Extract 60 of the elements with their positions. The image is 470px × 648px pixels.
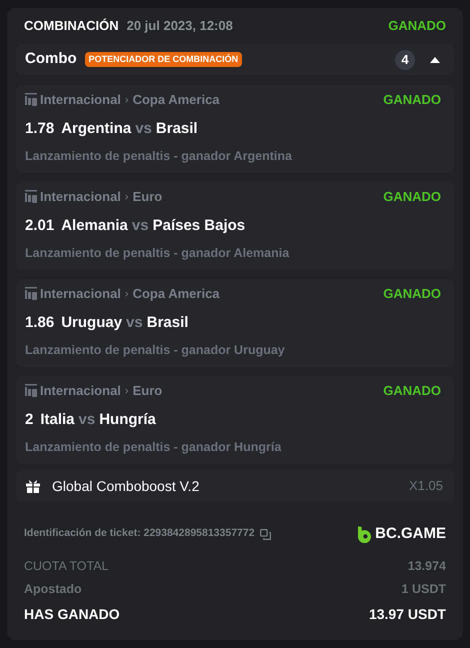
selection-status: GANADO: [383, 91, 441, 110]
league-name: Internacional: [40, 91, 121, 110]
team-name: Italia: [40, 410, 75, 430]
tournament-name: Copa America: [132, 91, 220, 110]
combo-row[interactable]: Combo POTENCIADOR DE COMBINACIÓN 4: [16, 44, 454, 75]
ticket-id: Identificación de ticket: 2293842895813357772: [24, 526, 255, 542]
team-name: Brasil: [146, 312, 188, 333]
copy-icon[interactable]: [260, 528, 271, 540]
league-logo-icon: [25, 287, 37, 301]
bet-type-label: COMBINACIÓN: [24, 17, 119, 36]
breadcrumb-separator: ›: [124, 92, 129, 108]
odds-value: 1.86: [25, 312, 54, 333]
caret-icon[interactable]: [430, 56, 440, 62]
breadcrumb-separator: ›: [124, 384, 129, 399]
bet-status: GANADO: [388, 17, 446, 36]
breadcrumb-separator: ›: [124, 286, 129, 302]
total-value: 1 USDT: [402, 581, 446, 598]
odds-value: 2: [25, 410, 34, 430]
league-logo-icon: [25, 93, 37, 107]
market-description: Lanzamiento de penaltis - ganador Alemania: [25, 245, 290, 262]
total-value: 13.97 USDT: [368, 605, 446, 624]
tournament-name: Euro: [132, 188, 162, 206]
versus-label: vs: [132, 216, 149, 236]
team-name: Hungría: [99, 410, 156, 430]
versus-label: vs: [126, 312, 143, 333]
team-name: Brasil: [156, 118, 198, 139]
league-name: Internacional: [40, 188, 121, 206]
gift-icon: [26, 479, 40, 493]
tournament-name: Euro: [132, 382, 162, 400]
boost-multiplier: X1.05: [409, 477, 443, 496]
versus-label: vs: [135, 118, 152, 139]
market-description: Lanzamiento de penaltis - ganador Uruguay: [25, 342, 286, 359]
bet-date: 20 jul 2023, 12:08: [126, 17, 233, 36]
brand-name: BC.GAME: [375, 524, 446, 544]
team-name: Países Bajos: [152, 216, 246, 236]
brand-logo-icon: [358, 526, 372, 542]
selection-status: GANADO: [383, 188, 441, 206]
selection-status: GANADO: [383, 382, 441, 400]
breadcrumb-separator: ›: [124, 190, 129, 205]
total-value: 13.974: [408, 558, 446, 576]
team-name: Argentina: [61, 118, 132, 139]
tournament-name: Copa America: [132, 285, 220, 304]
league-name: Internacional: [40, 382, 121, 400]
boost-name: Global Comboboost V.2: [52, 476, 200, 496]
total-label: CUOTA TOTAL: [24, 558, 109, 576]
total-label: Apostado: [24, 581, 82, 598]
league-name: Internacional: [40, 285, 121, 304]
odds-value: 1.78: [25, 118, 54, 139]
league-logo-icon: [25, 384, 37, 398]
team-name: Uruguay: [61, 312, 122, 333]
versus-label: vs: [78, 410, 96, 430]
boost-tag: POTENCIADOR DE COMBINACIÓN: [84, 52, 242, 68]
market-description: Lanzamiento de penaltis - ganador Argentina: [25, 148, 293, 165]
leg-count: 4: [395, 50, 415, 70]
market-description: Lanzamiento de penaltis - ganador Hungría: [25, 439, 282, 456]
total-label: HAS GANADO: [24, 605, 120, 624]
selection-status: GANADO: [383, 285, 441, 304]
team-name: Alemania: [61, 216, 128, 236]
odds-value: 2.01: [25, 216, 54, 236]
league-logo-icon: [25, 190, 37, 204]
